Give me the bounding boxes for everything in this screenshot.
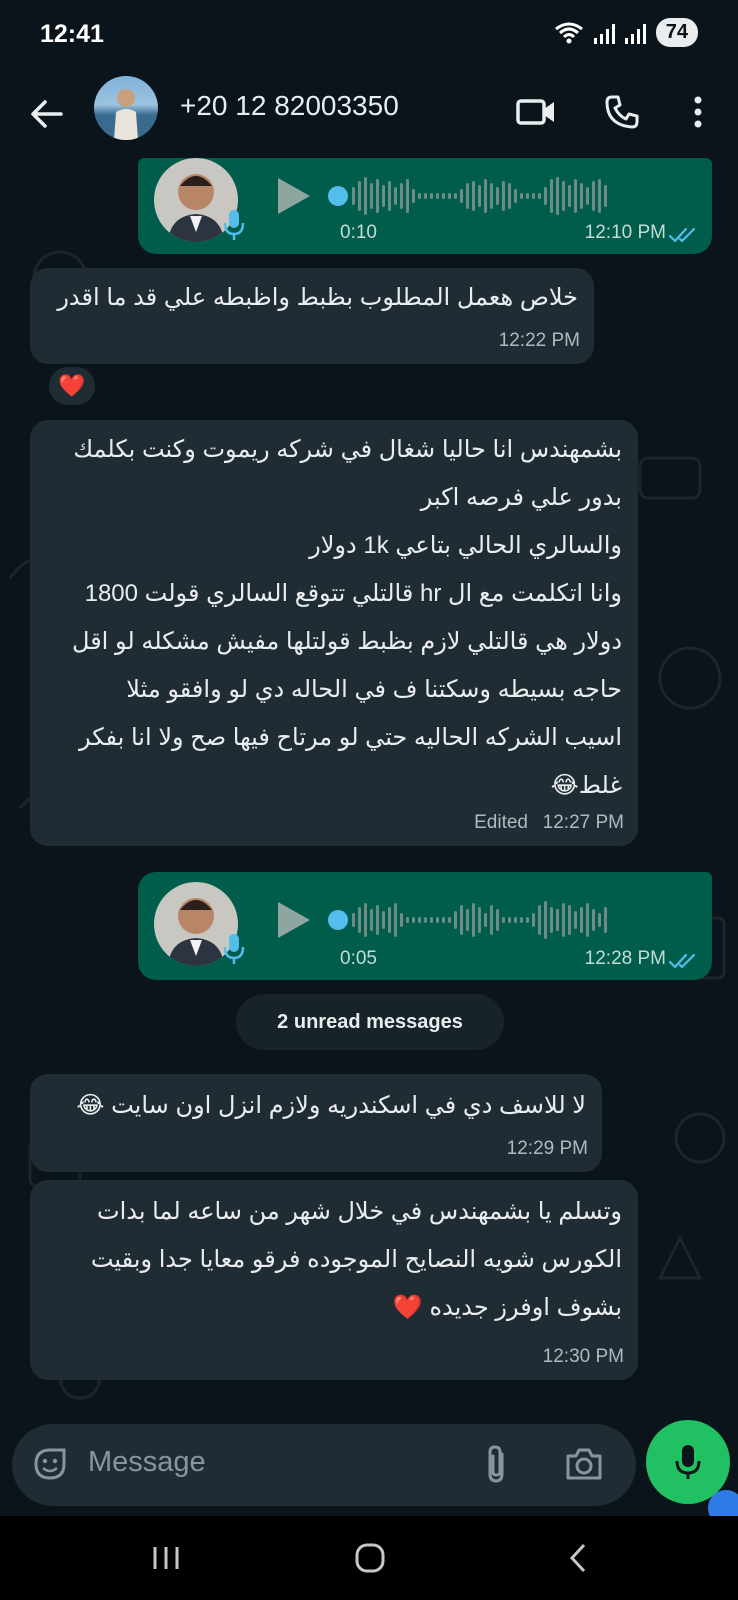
contact-avatar[interactable] — [94, 76, 158, 140]
status-icons: 74 — [554, 18, 698, 47]
signal-icon-2 — [624, 22, 646, 44]
chat-header: +20 12 82003350 — [0, 72, 738, 158]
mic-icon — [223, 210, 245, 240]
signal-icon — [593, 22, 615, 44]
message-time: 12:10 PM — [584, 222, 666, 243]
attach-icon[interactable] — [482, 1444, 512, 1484]
message-incoming[interactable]: بشمهندس انا حاليا شغال في شركه ريموت وكن… — [30, 420, 638, 846]
message-incoming[interactable]: لا للاسف دي في اسكندريه ولازم انزل اون س… — [30, 1074, 602, 1172]
voice-duration: 0:05 — [340, 948, 377, 969]
phone-icon — [605, 95, 639, 129]
chat-area[interactable]: 0:10 12:10 PM خلاص هعمل المطلوب بظبط واظ… — [0, 158, 738, 1420]
message-line: اسيب الشركه الحاليه حتي لو مرتاح فيها صح… — [79, 724, 622, 751]
wifi-icon — [554, 22, 583, 43]
status-bar: 12:41 74 — [0, 0, 738, 72]
message-line: حاجه بسيطه وسكتنا ف في الحاله دي لو وافق… — [126, 676, 622, 703]
more-options-button[interactable] — [674, 88, 722, 136]
voice-waveform[interactable] — [352, 898, 607, 942]
message-line: وتسلم يا بشمهندس في خلال شهر من ساعه لما… — [96, 1198, 622, 1225]
voice-message-outgoing[interactable]: 0:10 12:10 PM — [138, 158, 712, 254]
camera-icon[interactable] — [564, 1446, 604, 1482]
message-time: 12:27 PM — [542, 812, 624, 833]
system-navigation-bar — [0, 1516, 738, 1600]
message-line: دولار هي قالتلي لازم بظبط قولتلها مفيش م… — [72, 628, 622, 655]
voice-call-button[interactable] — [598, 88, 646, 136]
message-line: والسالري الحالي بتاعي 1k دولار — [309, 532, 622, 559]
battery-indicator: 74 — [655, 18, 698, 47]
avatar-photo — [94, 89, 158, 140]
video-call-button[interactable] — [512, 88, 560, 136]
message-time: 12:30 PM — [542, 1346, 624, 1367]
recent-apps-icon — [153, 1547, 179, 1569]
playback-position-dot[interactable] — [328, 186, 348, 206]
play-icon[interactable] — [274, 174, 314, 218]
video-call-icon — [516, 99, 554, 125]
message-line: وانا اتكلمت مع ال hr قالتلي تتوقع السالر… — [84, 580, 622, 607]
message-line: الكورس شويه النصايح الموجوده فرقو معايا … — [90, 1246, 622, 1273]
contact-name[interactable]: +20 12 82003350 — [180, 90, 399, 122]
message-input-container[interactable] — [12, 1424, 636, 1506]
message-text: خلاص هعمل المطلوب بظبط واظبطه علي قد ما … — [57, 284, 578, 311]
message-line: بدور علي فرصه اكبر — [420, 484, 622, 511]
home-icon — [355, 1543, 385, 1573]
back-arrow-icon — [31, 100, 63, 128]
home-button[interactable] — [348, 1538, 392, 1578]
read-receipt-icon — [668, 227, 696, 243]
message-incoming[interactable]: وتسلم يا بشمهندس في خلال شهر من ساعه لما… — [30, 1180, 638, 1380]
voice-message-outgoing[interactable]: 0:05 12:28 PM — [138, 872, 712, 980]
message-time: 12:29 PM — [506, 1138, 588, 1159]
message-line: غلط😂 — [550, 772, 622, 799]
message-time: 12:22 PM — [498, 330, 580, 351]
message-line: بشوف اوفرز جديده ❤️ — [392, 1294, 622, 1321]
message-incoming[interactable]: خلاص هعمل المطلوب بظبط واظبطه علي قد ما … — [30, 268, 594, 364]
voice-duration: 0:10 — [340, 222, 377, 243]
voice-waveform[interactable] — [352, 174, 607, 218]
read-receipt-icon — [668, 953, 696, 969]
message-text-block: وتسلم يا بشمهندس في خلال شهر من ساعه لما… — [36, 1188, 622, 1332]
recent-apps-button[interactable] — [144, 1538, 188, 1578]
playback-position-dot[interactable] — [328, 910, 348, 930]
message-text: لا للاسف دي في اسكندريه ولازم انزل اون س… — [76, 1092, 586, 1119]
more-options-icon — [694, 96, 702, 128]
message-composer — [0, 1420, 738, 1526]
sticker-icon[interactable] — [32, 1446, 68, 1482]
system-back-button[interactable] — [556, 1538, 600, 1578]
message-line: بشمهندس انا حاليا شغال في شركه ريموت وكن… — [73, 436, 622, 463]
edited-label: Edited — [474, 812, 528, 833]
back-button[interactable] — [24, 92, 68, 136]
unread-messages-divider: 2 unread messages — [236, 994, 504, 1050]
reaction-badge[interactable]: ❤️ — [46, 364, 98, 408]
chevron-left-icon — [569, 1543, 586, 1573]
status-time: 12:41 — [40, 20, 104, 48]
mic-icon — [675, 1445, 701, 1479]
heart-reaction-icon: ❤️ — [58, 373, 86, 398]
message-time: 12:28 PM — [584, 948, 666, 969]
message-text-block: بشمهندس انا حاليا شغال في شركه ريموت وكن… — [36, 426, 622, 810]
message-input[interactable] — [88, 1446, 468, 1479]
mic-icon — [223, 934, 245, 964]
play-icon[interactable] — [274, 898, 314, 942]
